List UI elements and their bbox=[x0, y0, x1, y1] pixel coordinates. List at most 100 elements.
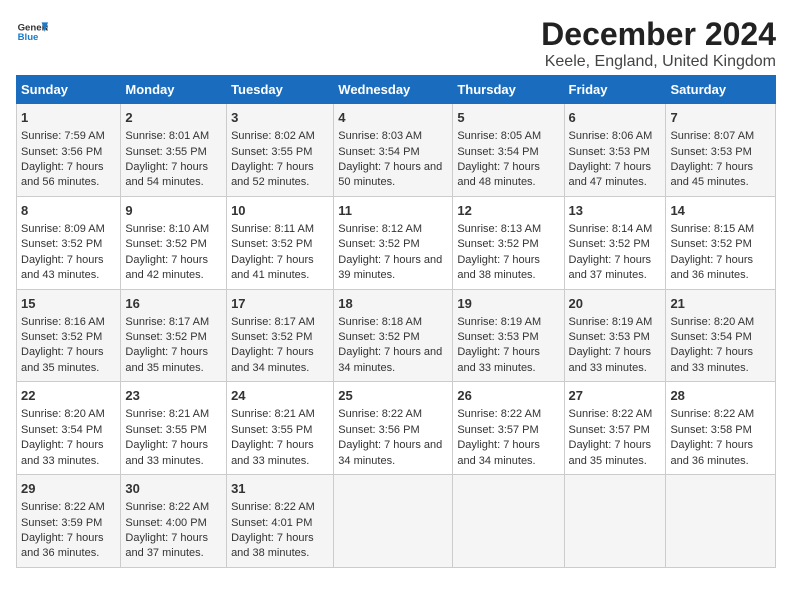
calendar-cell: 21Sunrise: 8:20 AMSunset: 3:54 PMDayligh… bbox=[666, 289, 776, 382]
calendar-cell: 29Sunrise: 8:22 AMSunset: 3:59 PMDayligh… bbox=[17, 475, 121, 568]
subtitle: Keele, England, United Kingdom bbox=[541, 53, 776, 71]
calendar-cell bbox=[453, 475, 564, 568]
sunrise: Sunrise: 8:18 AM bbox=[338, 316, 422, 328]
sunset: Sunset: 3:53 PM bbox=[457, 331, 538, 343]
sunrise: Sunrise: 8:19 AM bbox=[457, 316, 541, 328]
day-number: 9 bbox=[125, 202, 222, 220]
calendar-cell: 9Sunrise: 8:10 AMSunset: 3:52 PMDaylight… bbox=[121, 196, 227, 289]
calendar-cell: 6Sunrise: 8:06 AMSunset: 3:53 PMDaylight… bbox=[564, 104, 666, 197]
calendar-cell: 20Sunrise: 8:19 AMSunset: 3:53 PMDayligh… bbox=[564, 289, 666, 382]
sunset: Sunset: 3:56 PM bbox=[338, 424, 419, 436]
calendar-cell: 22Sunrise: 8:20 AMSunset: 3:54 PMDayligh… bbox=[17, 382, 121, 475]
sunrise: Sunrise: 8:22 AM bbox=[670, 408, 754, 420]
daylight: Daylight: 7 hours and 38 minutes. bbox=[231, 532, 314, 559]
daylight: Daylight: 7 hours and 34 minutes. bbox=[338, 439, 442, 466]
day-number: 30 bbox=[125, 480, 222, 498]
sunset: Sunset: 3:52 PM bbox=[569, 238, 650, 250]
calendar-week-3: 15 Sunrise: 8:16 AM Sunset: 3:52 PM Dayligh… bbox=[17, 289, 776, 382]
daylight: Daylight: 7 hours and 33 minutes. bbox=[457, 346, 540, 373]
calendar-week-4: 22Sunrise: 8:20 AMSunset: 3:54 PMDayligh… bbox=[17, 382, 776, 475]
sunrise: Sunrise: 8:12 AM bbox=[338, 223, 422, 235]
calendar-cell: 13Sunrise: 8:14 AMSunset: 3:52 PMDayligh… bbox=[564, 196, 666, 289]
calendar-cell: 17Sunrise: 8:17 AMSunset: 3:52 PMDayligh… bbox=[227, 289, 334, 382]
sunrise: Sunrise: 8:20 AM bbox=[670, 316, 754, 328]
calendar-cell: 25Sunrise: 8:22 AMSunset: 3:56 PMDayligh… bbox=[334, 382, 453, 475]
calendar-cell: 31Sunrise: 8:22 AMSunset: 4:01 PMDayligh… bbox=[227, 475, 334, 568]
day-number: 31 bbox=[231, 480, 329, 498]
day-number: 22 bbox=[21, 387, 116, 405]
daylight: Daylight: 7 hours and 56 minutes. bbox=[21, 161, 104, 188]
daylight: Daylight: 7 hours and 35 minutes. bbox=[21, 346, 104, 373]
calendar-cell bbox=[666, 475, 776, 568]
day-number: 28 bbox=[670, 387, 771, 405]
calendar-cell: 4Sunrise: 8:03 AMSunset: 3:54 PMDaylight… bbox=[334, 104, 453, 197]
sunset: Sunset: 3:52 PM bbox=[338, 331, 419, 343]
calendar-cell: 18Sunrise: 8:18 AMSunset: 3:52 PMDayligh… bbox=[334, 289, 453, 382]
day-number: 8 bbox=[21, 202, 116, 220]
col-header-monday: Monday bbox=[121, 76, 227, 104]
calendar-cell: 10Sunrise: 8:11 AMSunset: 3:52 PMDayligh… bbox=[227, 196, 334, 289]
sunrise: Sunrise: 8:14 AM bbox=[569, 223, 653, 235]
daylight: Daylight: 7 hours and 45 minutes. bbox=[670, 161, 753, 188]
calendar-cell: 1Sunrise: 7:59 AMSunset: 3:56 PMDaylight… bbox=[17, 104, 121, 197]
calendar-cell: 19 Sunrise: 8:19 AM Sunset: 3:53 PM Dayligh… bbox=[453, 289, 564, 382]
sunrise: Sunrise: 8:22 AM bbox=[21, 501, 105, 513]
day-number: 23 bbox=[125, 387, 222, 405]
sunrise: Sunrise: 8:21 AM bbox=[231, 408, 315, 420]
day-number: 13 bbox=[569, 202, 662, 220]
sunrise: Sunrise: 8:10 AM bbox=[125, 223, 209, 235]
daylight: Daylight: 7 hours and 48 minutes. bbox=[457, 161, 540, 188]
sunrise: Sunrise: 8:01 AM bbox=[125, 130, 209, 142]
col-header-thursday: Thursday bbox=[453, 76, 564, 104]
logo-icon: General Blue bbox=[16, 16, 48, 48]
day-number: 11 bbox=[338, 202, 448, 220]
daylight: Daylight: 7 hours and 35 minutes. bbox=[569, 439, 652, 466]
sunset: Sunset: 3:52 PM bbox=[125, 238, 206, 250]
day-number: 19 bbox=[457, 295, 559, 313]
day-number: 14 bbox=[670, 202, 771, 220]
sunset: Sunset: 3:52 PM bbox=[21, 238, 102, 250]
sunset: Sunset: 3:56 PM bbox=[21, 146, 102, 158]
calendar-cell: 14Sunrise: 8:15 AMSunset: 3:52 PMDayligh… bbox=[666, 196, 776, 289]
day-number: 25 bbox=[338, 387, 448, 405]
sunset: Sunset: 3:55 PM bbox=[125, 424, 206, 436]
calendar-cell: 27Sunrise: 8:22 AMSunset: 3:57 PMDayligh… bbox=[564, 382, 666, 475]
calendar-cell: 16Sunrise: 8:17 AMSunset: 3:52 PMDayligh… bbox=[121, 289, 227, 382]
sunset: Sunset: 3:52 PM bbox=[457, 238, 538, 250]
calendar-cell: 8Sunrise: 8:09 AMSunset: 3:52 PMDaylight… bbox=[17, 196, 121, 289]
sunrise: Sunrise: 8:22 AM bbox=[457, 408, 541, 420]
day-number: 7 bbox=[670, 109, 771, 127]
day-number: 26 bbox=[457, 387, 559, 405]
sunrise: Sunrise: 8:19 AM bbox=[569, 316, 653, 328]
col-header-saturday: Saturday bbox=[666, 76, 776, 104]
day-number: 4 bbox=[338, 109, 448, 127]
daylight: Daylight: 7 hours and 33 minutes. bbox=[670, 346, 753, 373]
sunrise: Sunrise: 8:22 AM bbox=[231, 501, 315, 513]
sunrise: Sunrise: 7:59 AM bbox=[21, 130, 105, 142]
calendar-cell: 23Sunrise: 8:21 AMSunset: 3:55 PMDayligh… bbox=[121, 382, 227, 475]
svg-text:Blue: Blue bbox=[18, 32, 39, 43]
day-number: 17 bbox=[231, 295, 329, 313]
sunset: Sunset: 3:55 PM bbox=[231, 146, 312, 158]
day-number: 15 bbox=[21, 295, 116, 313]
daylight: Daylight: 7 hours and 38 minutes. bbox=[457, 254, 540, 281]
day-number: 24 bbox=[231, 387, 329, 405]
daylight: Daylight: 7 hours and 34 minutes. bbox=[338, 346, 442, 373]
daylight: Daylight: 7 hours and 52 minutes. bbox=[231, 161, 314, 188]
calendar-week-5: 29Sunrise: 8:22 AMSunset: 3:59 PMDayligh… bbox=[17, 475, 776, 568]
col-header-friday: Friday bbox=[564, 76, 666, 104]
sunrise: Sunrise: 8:16 AM bbox=[21, 316, 105, 328]
sunset: Sunset: 3:54 PM bbox=[21, 424, 102, 436]
header: General Blue December 2024 Keele, Englan… bbox=[16, 16, 776, 71]
day-number: 5 bbox=[457, 109, 559, 127]
day-number: 16 bbox=[125, 295, 222, 313]
calendar-week-1: 1Sunrise: 7:59 AMSunset: 3:56 PMDaylight… bbox=[17, 104, 776, 197]
sunset: Sunset: 3:53 PM bbox=[670, 146, 751, 158]
sunrise: Sunrise: 8:06 AM bbox=[569, 130, 653, 142]
sunset: Sunset: 3:54 PM bbox=[457, 146, 538, 158]
daylight: Daylight: 7 hours and 36 minutes. bbox=[670, 254, 753, 281]
sunset: Sunset: 3:59 PM bbox=[21, 517, 102, 529]
daylight: Daylight: 7 hours and 33 minutes. bbox=[21, 439, 104, 466]
day-number: 2 bbox=[125, 109, 222, 127]
sunrise: Sunrise: 8:05 AM bbox=[457, 130, 541, 142]
